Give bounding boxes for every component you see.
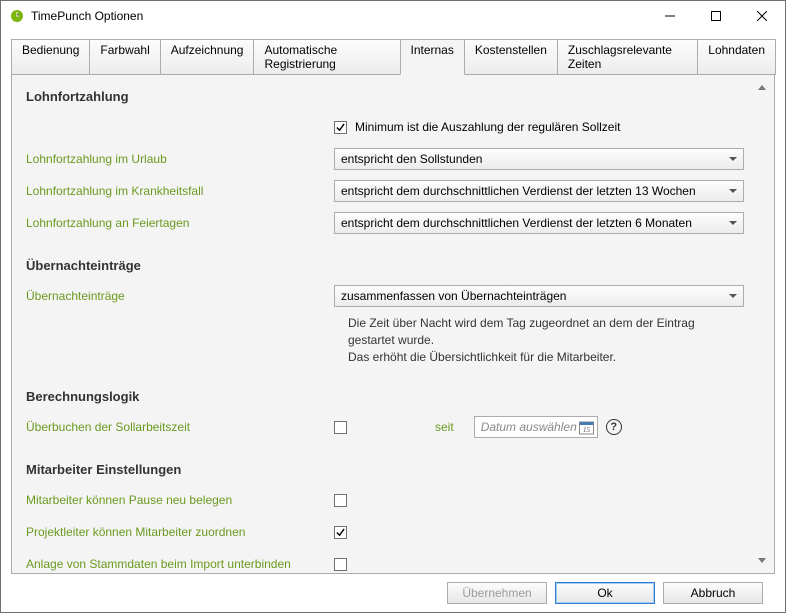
help-icon[interactable]: ? <box>606 419 622 435</box>
calendar-icon: 15 <box>579 420 594 435</box>
feiertag-combo[interactable]: entspricht dem durchschnittlichen Verdie… <box>334 212 744 234</box>
scroll-up-button[interactable] <box>753 79 770 96</box>
tab-bedienung[interactable]: Bedienung <box>11 39 90 75</box>
ueberbuchen-label: Überbuchen der Sollarbeitszeit <box>26 420 334 434</box>
pause-checkbox[interactable] <box>334 494 347 507</box>
maximize-button[interactable] <box>693 1 739 31</box>
seit-datepicker[interactable]: Datum auswählen 15 <box>474 416 598 438</box>
tab-internas[interactable]: Internas <box>400 39 465 75</box>
section-berechnung-heading: Berechnungslogik <box>26 389 744 404</box>
tab-zuschlagsrelevante-zeiten[interactable]: Zuschlagsrelevante Zeiten <box>557 39 698 75</box>
close-button[interactable] <box>739 1 785 31</box>
tab-lohndaten[interactable]: Lohndaten <box>697 39 776 75</box>
dialog-footer: Übernehmen Ok Abbruch <box>11 574 775 612</box>
cancel-button[interactable]: Abbruch <box>663 582 763 604</box>
uebernacht-hint: Die Zeit über Nacht wird dem Tag zugeord… <box>348 315 744 365</box>
tab-strip: Bedienung Farbwahl Aufzeichnung Automati… <box>11 39 775 75</box>
tab-farbwahl[interactable]: Farbwahl <box>89 39 160 75</box>
projektleiter-label: Projektleiter können Mitarbeiter zuordne… <box>26 525 334 539</box>
section-uebernacht-heading: Übernachteinträge <box>26 258 744 273</box>
titlebar: TimePunch Optionen <box>1 1 785 31</box>
seit-label: seit <box>435 420 454 434</box>
stammdaten-checkbox[interactable] <box>334 558 347 571</box>
tab-kostenstellen[interactable]: Kostenstellen <box>464 39 558 75</box>
ueberbuchen-checkbox[interactable] <box>334 421 347 434</box>
uebernacht-label: Übernachteinträge <box>26 289 334 303</box>
tab-automatische-registrierung[interactable]: Automatische Registrierung <box>253 39 400 75</box>
uebernacht-combo[interactable]: zusammenfassen von Übernachteinträgen <box>334 285 744 307</box>
tab-aufzeichnung[interactable]: Aufzeichnung <box>160 39 255 75</box>
krank-label: Lohnfortzahlung im Krankheitsfall <box>26 184 334 198</box>
minimum-checkbox[interactable] <box>334 121 347 134</box>
urlaub-combo[interactable]: entspricht den Sollstunden <box>334 148 744 170</box>
section-lohnfortzahlung-heading: Lohnfortzahlung <box>26 89 744 104</box>
projektleiter-checkbox[interactable] <box>334 526 347 539</box>
window: TimePunch Optionen Bedienung Farbwahl Au… <box>0 0 786 613</box>
svg-text:15: 15 <box>583 426 591 434</box>
client-area: Bedienung Farbwahl Aufzeichnung Automati… <box>1 31 785 612</box>
urlaub-label: Lohnfortzahlung im Urlaub <box>26 152 334 166</box>
scroll-down-button[interactable] <box>753 552 770 569</box>
window-title: TimePunch Optionen <box>31 9 647 23</box>
tab-panel: Lohnfortzahlung Minimum ist die Auszahlu… <box>11 74 775 574</box>
krank-combo[interactable]: entspricht dem durchschnittlichen Verdie… <box>334 180 744 202</box>
minimum-checkbox-label[interactable]: Minimum ist die Auszahlung der regulären… <box>355 120 620 134</box>
section-mitarbeiter-heading: Mitarbeiter Einstellungen <box>26 462 744 477</box>
minimize-button[interactable] <box>647 1 693 31</box>
app-icon <box>9 8 25 24</box>
apply-button[interactable]: Übernehmen <box>447 582 547 604</box>
pause-label: Mitarbeiter können Pause neu belegen <box>26 493 334 507</box>
stammdaten-label: Anlage von Stammdaten beim Import unterb… <box>26 557 334 571</box>
feiertag-label: Lohnfortzahlung an Feiertagen <box>26 216 334 230</box>
ok-button[interactable]: Ok <box>555 582 655 604</box>
